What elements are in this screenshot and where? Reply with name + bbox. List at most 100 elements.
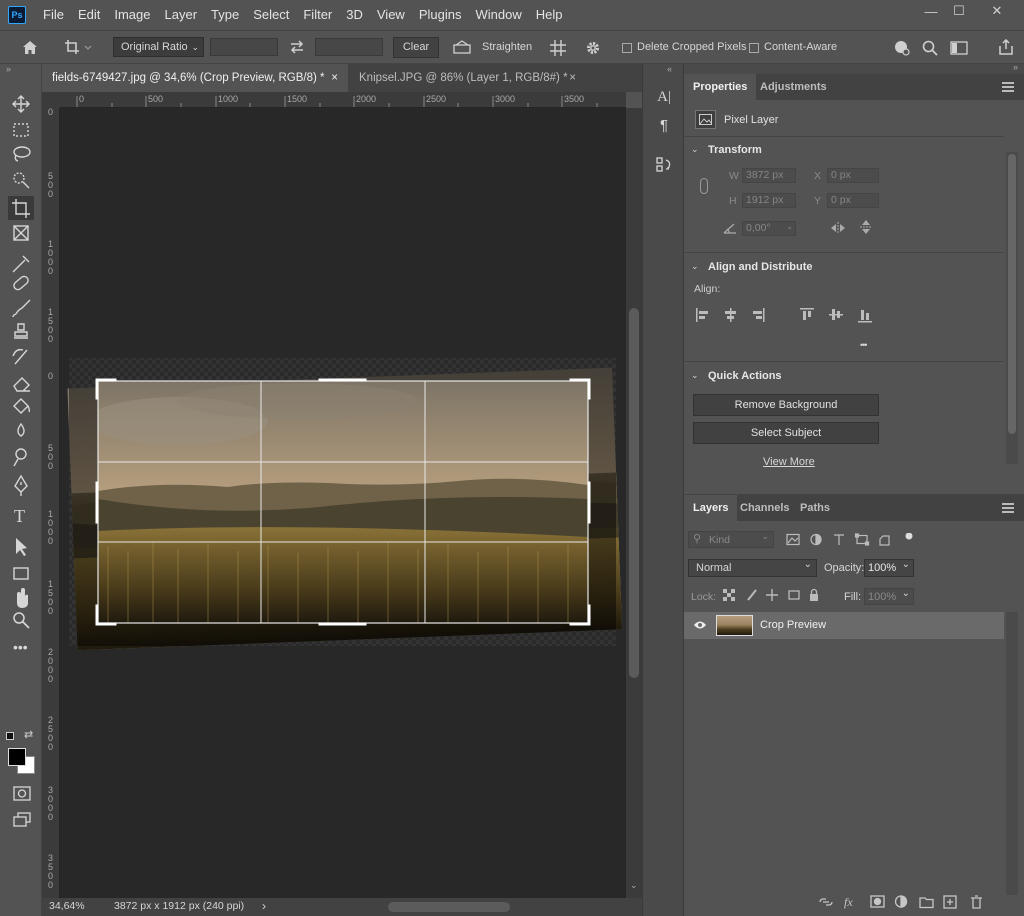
scrollbar-thumb[interactable] — [629, 308, 639, 678]
layer-row[interactable]: Crop Preview — [684, 612, 1004, 639]
horizontal-scrollbar-thumb[interactable] — [388, 902, 510, 912]
panel-menu-icon[interactable] — [1002, 82, 1014, 92]
status-menu-arrow[interactable]: › — [262, 899, 266, 913]
maximize-button[interactable]: ☐ — [944, 0, 974, 22]
layer-name[interactable]: Crop Preview — [760, 619, 826, 631]
scroll-down-icon[interactable]: ⌄ — [630, 880, 638, 891]
menu-3d[interactable]: 3D — [339, 0, 370, 30]
menu-layer[interactable]: Layer — [158, 0, 205, 30]
home-icon[interactable] — [18, 36, 42, 58]
foreground-color-swatch[interactable] — [8, 748, 26, 766]
menu-type[interactable]: Type — [204, 0, 246, 30]
tab-fields[interactable]: fields-6749427.jpg @ 34,6% (Crop Preview… — [42, 64, 348, 92]
collapse-toolbar-icon[interactable]: » — [6, 64, 11, 74]
tab-paths[interactable]: Paths — [791, 495, 839, 521]
tab-layers[interactable]: Layers — [684, 495, 738, 521]
opacity-field[interactable]: 100% ⌄ — [864, 559, 914, 577]
minimize-button[interactable]: — — [916, 0, 946, 22]
layer-filter-icons[interactable] — [786, 533, 916, 547]
crop-tool-preset-icon[interactable] — [60, 36, 96, 58]
angle-icon — [723, 221, 737, 235]
menu-window[interactable]: Window — [468, 0, 528, 30]
vertical-ruler[interactable]: 0 500 1000 1500 0 500 1000 1500 2000 250… — [42, 108, 60, 898]
ratio-select[interactable]: Original Ratio ⌄ — [113, 37, 204, 57]
align-buttons[interactable] — [696, 308, 886, 324]
angle-value: 0,00° — [746, 222, 771, 234]
screen-mode-icon[interactable] — [12, 810, 32, 828]
more-options-icon[interactable]: ••• — [860, 340, 868, 350]
menu-help[interactable]: Help — [529, 0, 570, 30]
chevron-down-icon[interactable]: ⌄ — [691, 261, 699, 272]
vertical-scrollbar[interactable]: ⌄ — [626, 108, 642, 898]
panel-dock-header: » — [684, 62, 1024, 74]
grid-overlay-icon[interactable] — [547, 37, 569, 59]
chevron-down-icon[interactable]: ⌄ — [691, 144, 699, 155]
tab-channels[interactable]: Channels — [731, 495, 799, 521]
chevron-down-icon: ⌄ — [191, 42, 199, 52]
search-icon[interactable] — [919, 37, 941, 59]
quick-mask-icon[interactable] — [12, 784, 32, 802]
swap-icon[interactable] — [286, 37, 308, 57]
close-button[interactable]: ✕ — [982, 0, 1012, 22]
tab-properties[interactable]: Properties — [684, 74, 757, 100]
horizontal-ruler[interactable]: 0 500 1000 1500 2000 2500 3000 3500 — [60, 92, 626, 108]
panel-menu-icon[interactable] — [1002, 503, 1014, 513]
select-subject-button[interactable]: Select Subject — [693, 422, 879, 444]
close-icon[interactable]: × — [331, 64, 338, 92]
filter-kind-select[interactable]: ⚲ Kind ⌄ — [688, 531, 774, 548]
view-more-link[interactable]: View More — [763, 456, 815, 468]
layer-action-buttons[interactable]: fx — [818, 894, 998, 910]
crop-width-field[interactable] — [210, 38, 278, 56]
menu-file[interactable]: File — [36, 0, 71, 30]
menu-view[interactable]: View — [370, 0, 412, 30]
menu-bar: Ps File Edit Image Layer Type Select Fil… — [0, 0, 1024, 30]
menu-edit[interactable]: Edit — [71, 0, 107, 30]
ruler-label: 1500 — [287, 94, 308, 104]
collapse-panels-icon[interactable]: « — [667, 64, 672, 74]
flip-vertical-icon[interactable] — [858, 219, 874, 235]
x-field[interactable]: 0 px — [827, 168, 879, 183]
tab-knipsel[interactable]: Knipsel.JPG @ 86% (Layer 1, RGB/8#) * × — [349, 64, 584, 92]
link-icon[interactable] — [700, 178, 708, 194]
delete-cropped-checkbox[interactable] — [622, 43, 632, 53]
menu-plugins[interactable]: Plugins — [412, 0, 469, 30]
default-colors-icon[interactable] — [6, 732, 14, 740]
swap-colors-icon[interactable]: ⇄ — [24, 728, 33, 741]
blend-mode-select[interactable]: Normal ⌄ — [688, 559, 817, 577]
ruler-label: 500 — [48, 171, 54, 199]
history-panel-icon[interactable] — [652, 154, 676, 176]
height-field[interactable]: 1912 px — [742, 193, 796, 208]
close-icon[interactable]: × — [569, 64, 576, 92]
properties-scrollbar[interactable] — [1006, 152, 1018, 464]
angle-field[interactable]: 0,00° ⌄ — [742, 221, 796, 236]
flip-horizontal-icon[interactable] — [829, 221, 847, 235]
content-aware-checkbox[interactable] — [749, 43, 759, 53]
remove-background-button[interactable]: Remove Background — [693, 394, 879, 416]
menu-filter[interactable]: Filter — [296, 0, 339, 30]
tab-adjustments[interactable]: Adjustments — [751, 74, 836, 100]
width-field[interactable]: 3872 px — [742, 168, 796, 183]
status-bar: 34,64% 3872 px x 1912 px (240 ppi) › — [42, 898, 642, 916]
gear-icon[interactable] — [582, 37, 604, 59]
lock-buttons[interactable] — [722, 588, 822, 602]
zoom-level[interactable]: 34,64% — [49, 900, 85, 912]
character-panel-icon[interactable]: A| — [652, 86, 676, 108]
crop-height-field[interactable] — [315, 38, 383, 56]
content-aware-label: Content-Aware — [764, 41, 838, 53]
chevron-down-icon[interactable]: ⌄ — [691, 370, 699, 381]
ruler-ticks — [76, 96, 598, 107]
layers-scrollbar[interactable] — [1006, 612, 1018, 895]
menu-image[interactable]: Image — [107, 0, 157, 30]
document-canvas[interactable] — [60, 108, 626, 898]
expand-panels-icon[interactable]: » — [1013, 62, 1018, 72]
clear-button[interactable]: Clear — [393, 37, 439, 58]
fill-field[interactable]: 100% ⌄ — [864, 588, 914, 605]
user-search-icon[interactable] — [891, 37, 913, 59]
workspace-icon[interactable] — [948, 37, 970, 59]
eye-icon[interactable] — [692, 618, 708, 632]
straighten-icon[interactable] — [451, 37, 473, 57]
y-field[interactable]: 0 px — [827, 193, 879, 208]
share-icon[interactable] — [995, 36, 1017, 58]
menu-select[interactable]: Select — [246, 0, 296, 30]
paragraph-panel-icon[interactable]: ¶ — [652, 114, 676, 136]
